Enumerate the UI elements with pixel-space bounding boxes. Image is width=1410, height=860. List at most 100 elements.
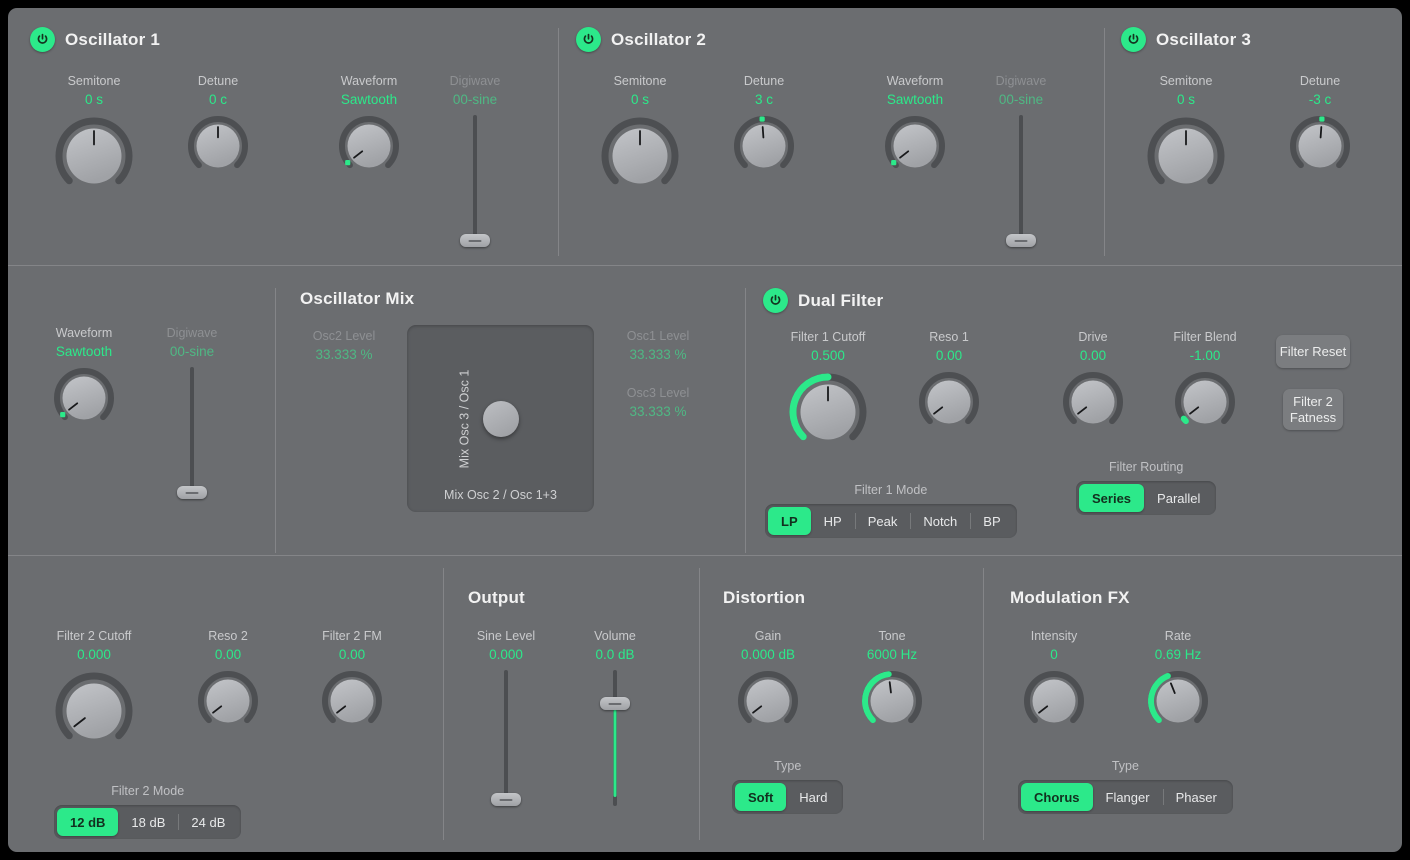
segment-phaser[interactable]: Phaser — [1163, 783, 1230, 811]
knob-small[interactable] — [336, 113, 402, 179]
knob-large[interactable] — [785, 369, 871, 455]
digiwave-slider[interactable] — [172, 367, 212, 499]
osc1-semitone[interactable]: Semitone 0 s — [34, 72, 154, 199]
slider-thumb[interactable] — [1006, 234, 1036, 247]
osc2-waveform[interactable]: Waveform Sawtooth — [855, 72, 975, 179]
knob-small[interactable] — [1287, 113, 1353, 179]
knob-small[interactable] — [1145, 668, 1211, 734]
knob-small[interactable] — [1021, 668, 1087, 734]
filter2-fm[interactable]: Filter 2 FM 0.00 — [292, 627, 412, 734]
slider-track[interactable] — [1019, 115, 1023, 247]
digiwave-slider[interactable] — [455, 115, 495, 247]
distortion-gain[interactable]: Gain 0.000 dB — [708, 627, 828, 734]
distortion-title: Distortion — [723, 588, 805, 608]
xy-pad-y-label: Mix Osc 3 / Osc 1 — [457, 369, 471, 468]
modfx-type-segmented[interactable]: ChorusFlangerPhaser — [1018, 780, 1233, 814]
osc1-digiwave[interactable]: Digiwave 00-sine — [415, 72, 535, 247]
segment-parallel[interactable]: Parallel — [1144, 484, 1213, 512]
osc2-detune[interactable]: Detune 3 c — [704, 72, 824, 179]
power-icon[interactable] — [576, 27, 601, 52]
sine-level-slider[interactable] — [486, 670, 526, 806]
slider-fill — [614, 704, 617, 797]
volume[interactable]: Volume 0.0 dB — [555, 627, 675, 806]
knob-large[interactable] — [51, 113, 137, 199]
segment-notch[interactable]: Notch — [910, 507, 970, 535]
slider-thumb[interactable] — [460, 234, 490, 247]
knob-small[interactable] — [319, 668, 385, 734]
slider-track[interactable] — [504, 670, 508, 806]
segment-bp[interactable]: BP — [970, 507, 1013, 535]
knob-small[interactable] — [859, 668, 925, 734]
osc1-detune[interactable]: Detune 0 c — [158, 72, 278, 179]
reso2[interactable]: Reso 2 0.00 — [168, 627, 288, 734]
knob-small[interactable] — [731, 113, 797, 179]
filter-blend[interactable]: Filter Blend -1.00 — [1145, 328, 1265, 435]
slider-thumb[interactable] — [491, 793, 521, 806]
power-icon[interactable] — [30, 27, 55, 52]
osc-mix-xy-pad[interactable]: Mix Osc 3 / Osc 1 Mix Osc 2 / Osc 1+3 — [407, 325, 594, 512]
segment-lp[interactable]: LP — [768, 507, 811, 535]
knob-large[interactable] — [597, 113, 683, 199]
segment-hard[interactable]: Hard — [786, 783, 840, 811]
knob-small[interactable] — [1172, 369, 1238, 435]
knob-small[interactable] — [735, 668, 801, 734]
reso1[interactable]: Reso 1 0.00 — [889, 328, 1009, 435]
power-icon[interactable] — [1121, 27, 1146, 52]
osc2-digiwave[interactable]: Digiwave 00-sine — [961, 72, 1081, 247]
filter-reset-button[interactable]: Filter Reset — [1276, 335, 1350, 368]
sine-level[interactable]: Sine Level 0.000 — [446, 627, 566, 806]
knob-small[interactable] — [195, 668, 261, 734]
knob-small[interactable] — [916, 369, 982, 435]
slider-track[interactable] — [190, 367, 194, 499]
osc1-waveform[interactable]: Waveform Sawtooth — [309, 72, 429, 179]
modfx-intensity[interactable]: Intensity 0 — [994, 627, 1114, 734]
oscillator-1-title: Oscillator 1 — [65, 30, 160, 50]
param-value: 0.69 Hz — [1155, 645, 1202, 664]
modfx-rate[interactable]: Rate 0.69 Hz — [1118, 627, 1238, 734]
drive[interactable]: Drive 0.00 — [1033, 328, 1153, 435]
segment-hp[interactable]: HP — [811, 507, 855, 535]
osc3-digiwave[interactable]: Digiwave 00-sine — [132, 324, 252, 499]
slider-thumb[interactable] — [177, 486, 207, 499]
param-label: Filter 2 FM — [322, 627, 382, 645]
segment-12-db[interactable]: 12 dB — [57, 808, 118, 836]
knob-small[interactable] — [1060, 369, 1126, 435]
oscillator-1-header: Oscillator 1 — [30, 27, 160, 52]
slider-thumb[interactable] — [600, 697, 630, 710]
digiwave-slider[interactable] — [1001, 115, 1041, 247]
param-value: 33.333 % — [629, 402, 686, 421]
volume-slider[interactable] — [595, 670, 635, 806]
knob-large[interactable] — [51, 668, 137, 754]
filter-routing-segmented[interactable]: SeriesParallel — [1076, 481, 1216, 515]
segment-peak[interactable]: Peak — [855, 507, 911, 535]
filter2-cutoff[interactable]: Filter 2 Cutoff 0.000 — [34, 627, 154, 754]
xy-pad-handle[interactable] — [483, 401, 519, 437]
knob-small[interactable] — [185, 113, 251, 179]
distortion-type-segmented[interactable]: SoftHard — [732, 780, 843, 814]
distortion-tone[interactable]: Tone 6000 Hz — [832, 627, 952, 734]
osc3-semitone[interactable]: Semitone 0 s — [1126, 72, 1246, 199]
modulation-fx-title: Modulation FX — [1010, 588, 1130, 608]
segment-series[interactable]: Series — [1079, 484, 1144, 512]
filter2-fatness-button[interactable]: Filter 2 Fatness — [1283, 389, 1343, 430]
knob-small[interactable] — [882, 113, 948, 179]
segment-flanger[interactable]: Flanger — [1093, 783, 1163, 811]
osc2-level: Osc2 Level 33.333 % — [284, 327, 404, 364]
param-value: 33.333 % — [629, 345, 686, 364]
segment-24-db[interactable]: 24 dB — [178, 808, 238, 836]
slider-track[interactable] — [473, 115, 477, 247]
param-label: Reso 1 — [929, 328, 969, 346]
output-header: Output — [468, 588, 525, 608]
osc2-semitone[interactable]: Semitone 0 s — [580, 72, 700, 199]
osc3-detune[interactable]: Detune -3 c — [1260, 72, 1380, 179]
segment-chorus[interactable]: Chorus — [1021, 783, 1093, 811]
segment-soft[interactable]: Soft — [735, 783, 786, 811]
segment-18-db[interactable]: 18 dB — [118, 808, 178, 836]
osc3-waveform[interactable]: Waveform Sawtooth — [24, 324, 144, 431]
knob-large[interactable] — [1143, 113, 1229, 199]
knob-small[interactable] — [51, 365, 117, 431]
filter2-mode-segmented[interactable]: 12 dB18 dB24 dB — [54, 805, 241, 839]
filter1-mode-segmented[interactable]: LPHPPeakNotchBP — [765, 504, 1017, 538]
filter1-cutoff[interactable]: Filter 1 Cutoff 0.500 — [768, 328, 888, 455]
power-icon[interactable] — [763, 288, 788, 313]
